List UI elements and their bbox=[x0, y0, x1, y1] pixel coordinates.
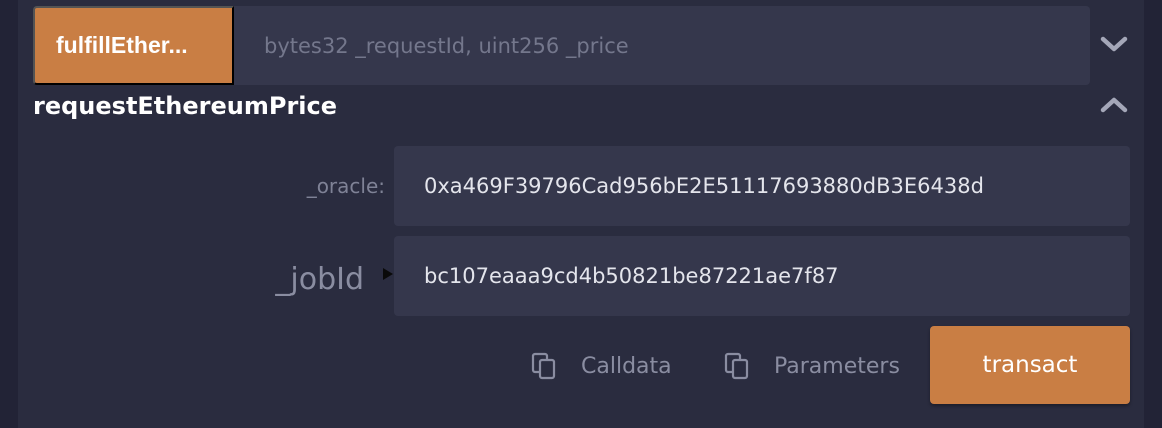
chevron-up-icon[interactable] bbox=[1099, 94, 1129, 116]
oracle-label: _oracle: bbox=[306, 174, 385, 198]
drag-marker-icon bbox=[383, 268, 393, 280]
function-title: requestEthereumPrice bbox=[33, 92, 338, 120]
jobid-input[interactable] bbox=[394, 236, 1130, 316]
jobid-label: _jobId bbox=[275, 262, 364, 297]
calldata-label: Calldata bbox=[581, 353, 672, 379]
fulfill-args-input[interactable] bbox=[234, 6, 1090, 85]
copy-calldata-button[interactable]: Calldata bbox=[531, 346, 672, 386]
transact-button[interactable]: transact bbox=[930, 326, 1130, 404]
parameters-label: Parameters bbox=[774, 353, 900, 379]
copy-icon bbox=[724, 352, 749, 380]
fulfill-function-button[interactable]: fulfillEther... bbox=[33, 6, 234, 85]
copy-icon bbox=[531, 352, 556, 380]
chevron-down-icon[interactable] bbox=[1099, 33, 1129, 55]
oracle-input[interactable] bbox=[394, 146, 1130, 226]
copy-parameters-button[interactable]: Parameters bbox=[724, 346, 900, 386]
